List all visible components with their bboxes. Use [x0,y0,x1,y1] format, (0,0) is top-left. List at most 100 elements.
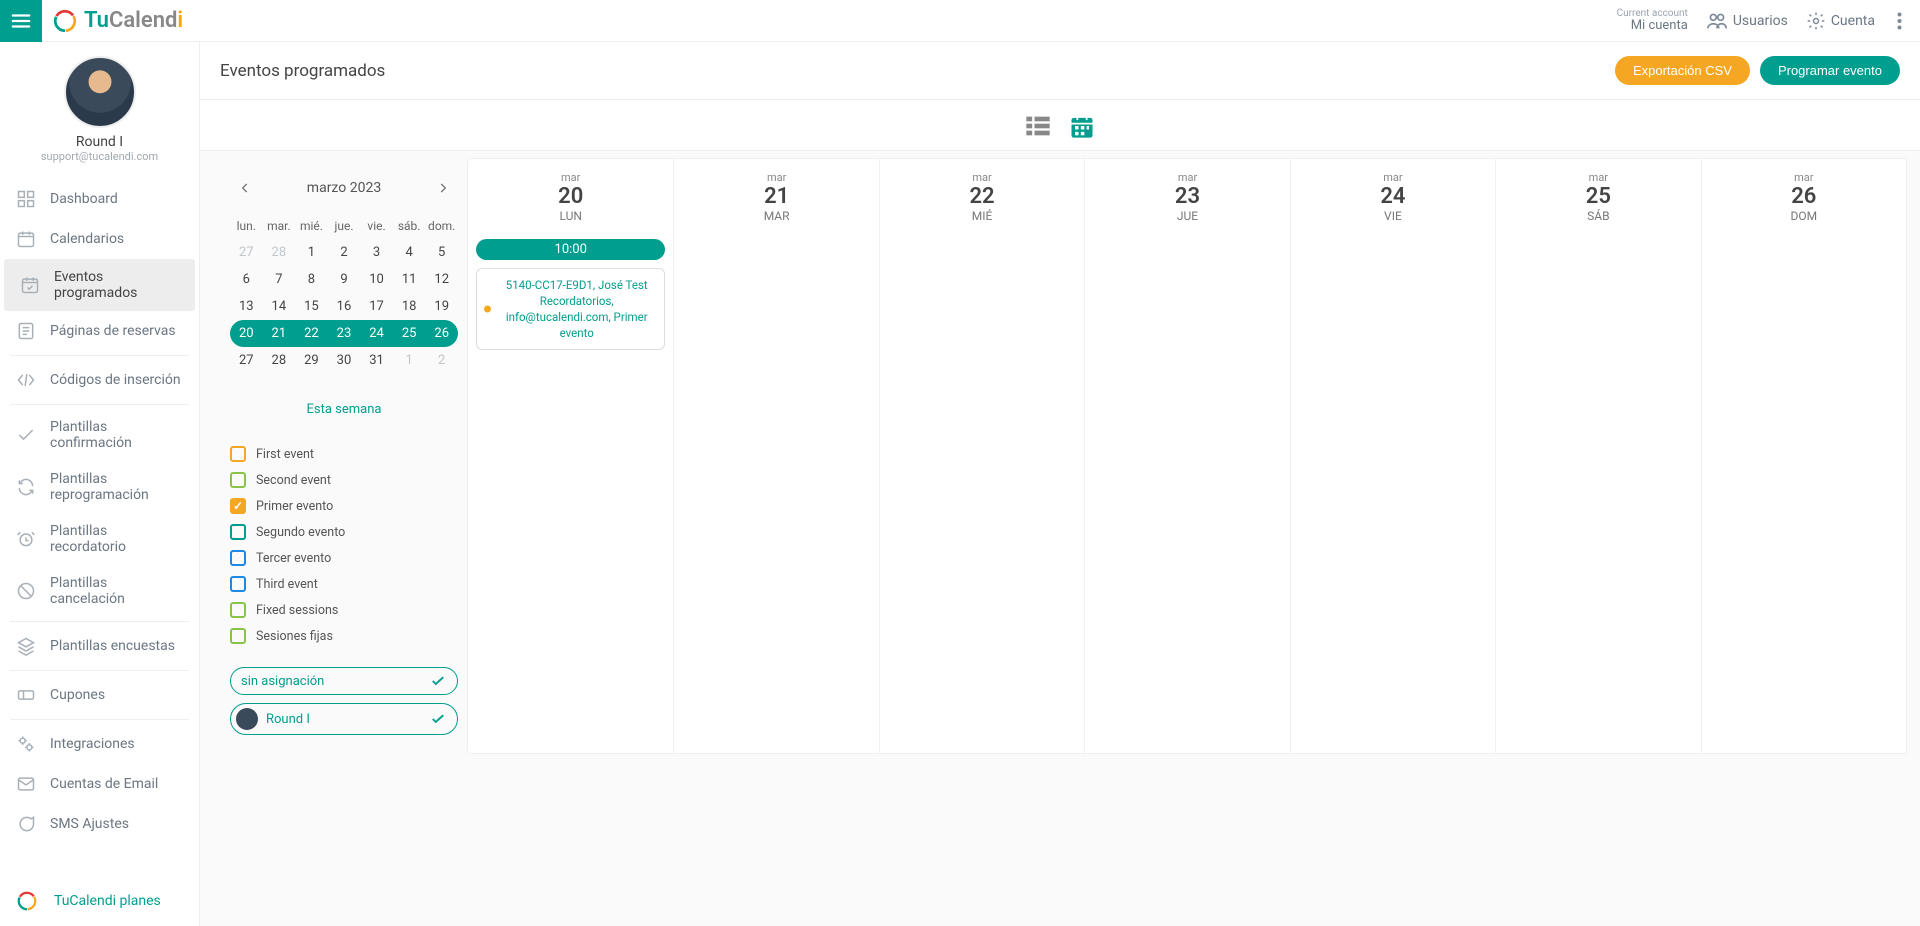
mini-day-cell[interactable]: 2 [328,239,361,266]
mini-day-cell[interactable]: 10 [360,266,393,293]
mini-day-cell[interactable]: 29 [295,347,328,374]
day-column[interactable] [673,233,878,753]
mini-day-cell[interactable]: 1 [295,239,328,266]
mini-day-cell[interactable]: 6 [230,266,263,293]
mini-day-cell[interactable]: 16 [328,293,361,320]
mini-day-cell[interactable]: 20 [230,320,263,347]
day-header[interactable]: mar23JUE [1084,159,1289,233]
mini-day-cell[interactable]: 14 [263,293,296,320]
mini-day-cell[interactable]: 9 [328,266,361,293]
sidebar-item-coupons[interactable]: Cupones [0,675,199,715]
prev-month-button[interactable] [234,177,256,199]
day-column[interactable] [879,233,1084,753]
day-header[interactable]: mar20LUN [468,159,673,233]
sidebar-item-email-accounts[interactable]: Cuentas de Email [0,764,199,804]
day-header[interactable]: mar26DOM [1701,159,1906,233]
account-link-label: Cuenta [1831,13,1875,29]
day-header[interactable]: mar25SÁB [1495,159,1700,233]
mini-day-cell[interactable]: 13 [230,293,263,320]
sidebar-item-sms-settings[interactable]: SMS Ajustes [0,804,199,844]
filter-checkbox[interactable] [230,472,246,488]
mini-day-cell[interactable]: 3 [360,239,393,266]
sidebar-item-tpl-cancel[interactable]: Plantillas cancelación [0,565,199,617]
sidebar-item-tpl-reprog[interactable]: Plantillas reprogramación [0,461,199,513]
filter-checkbox[interactable] [230,524,246,540]
filter-item[interactable]: Tercer evento [230,545,458,571]
mini-day-cell[interactable]: 27 [230,347,263,374]
account-link[interactable]: Cuenta [1806,11,1875,31]
user-chip[interactable]: sin asignación [230,667,458,695]
list-view-button[interactable] [1024,112,1052,140]
filter-checkbox[interactable] [230,576,246,592]
mini-day-cell[interactable]: 25 [393,320,426,347]
mini-day-cell[interactable]: 28 [263,239,296,266]
filter-checkbox[interactable] [230,446,246,462]
day-header[interactable]: mar22MIÉ [879,159,1084,233]
sidebar-item-calendars[interactable]: Calendarios [0,219,199,259]
mini-day-cell[interactable]: 4 [393,239,426,266]
more-menu-button[interactable] [1893,8,1906,34]
event-card[interactable]: 5140-CC17-E9D1, José Test Recordatorios,… [476,268,665,350]
sidebar-item-tpl-remind[interactable]: Plantillas recordatorio [0,513,199,565]
calendar-view-button[interactable] [1068,112,1096,140]
current-account-block[interactable]: Current account Mi cuenta [1617,8,1688,33]
sidebar-item-integrations[interactable]: Integraciones [0,724,199,764]
day-column[interactable] [1495,233,1700,753]
filter-item[interactable]: Third event [230,571,458,597]
filter-checkbox[interactable] [230,628,246,644]
filter-item[interactable]: Sesiones fijas [230,623,458,649]
hamburger-menu-button[interactable] [0,0,42,42]
mini-day-cell[interactable]: 8 [295,266,328,293]
sidebar-item-tpl-confirm[interactable]: Plantillas confirmación [0,409,199,461]
day-header[interactable]: mar24VIE [1290,159,1495,233]
mini-day-cell[interactable]: 1 [393,347,426,374]
current-account-value: Mi cuenta [1617,19,1688,33]
mini-day-cell[interactable]: 19 [425,293,458,320]
mini-day-cell[interactable]: 15 [295,293,328,320]
filter-item[interactable]: Primer evento [230,493,458,519]
day-column[interactable] [1084,233,1289,753]
mini-day-cell[interactable]: 18 [393,293,426,320]
mini-day-cell[interactable]: 12 [425,266,458,293]
sidebar-item-scheduled-events[interactable]: Eventos programados [4,259,195,311]
mini-day-cell[interactable]: 27 [230,239,263,266]
sidebar-item-dashboard[interactable]: Dashboard [0,179,199,219]
mini-day-cell[interactable]: 2 [425,347,458,374]
sidebar-item-embed-codes[interactable]: Códigos de inserción [0,360,199,400]
schedule-event-button[interactable]: Programar evento [1760,56,1900,85]
filter-checkbox[interactable] [230,602,246,618]
filter-checkbox[interactable] [230,498,246,514]
time-pill[interactable]: 10:00 [476,239,665,260]
next-month-button[interactable] [432,177,454,199]
mini-day-cell[interactable]: 23 [328,320,361,347]
sidebar-footer-plans[interactable]: TuCalendi planes [0,876,199,926]
export-csv-button[interactable]: Exportación CSV [1615,56,1750,85]
user-chip[interactable]: Round I [230,703,458,735]
day-column[interactable] [1290,233,1495,753]
filter-item[interactable]: Fixed sessions [230,597,458,623]
day-column[interactable]: 10:00 5140-CC17-E9D1, José Test Recordato… [468,233,673,753]
mini-day-cell[interactable]: 24 [360,320,393,347]
filter-item[interactable]: Second event [230,467,458,493]
mini-day-cell[interactable]: 28 [263,347,296,374]
mini-day-cell[interactable]: 22 [295,320,328,347]
mini-day-cell[interactable]: 7 [263,266,296,293]
mini-day-cell[interactable]: 31 [360,347,393,374]
filter-item[interactable]: Segundo evento [230,519,458,545]
mini-day-cell[interactable]: 30 [328,347,361,374]
filter-item[interactable]: First event [230,441,458,467]
this-week-button[interactable]: Esta semana [230,374,458,441]
filter-checkbox[interactable] [230,550,246,566]
mini-day-cell[interactable]: 26 [425,320,458,347]
profile-block[interactable]: Round I support@tucalendi.com [0,42,199,169]
sidebar-item-tpl-surveys[interactable]: Plantillas encuestas [0,626,199,666]
day-column[interactable] [1701,233,1906,753]
sidebar-item-booking-pages[interactable]: Páginas de reservas [0,311,199,351]
brand-logo[interactable]: TuCalendi [52,8,183,34]
mini-day-cell[interactable]: 5 [425,239,458,266]
mini-day-cell[interactable]: 17 [360,293,393,320]
day-header[interactable]: mar21MAR [673,159,878,233]
mini-day-cell[interactable]: 21 [263,320,296,347]
users-link[interactable]: Usuarios [1706,10,1788,32]
mini-day-cell[interactable]: 11 [393,266,426,293]
